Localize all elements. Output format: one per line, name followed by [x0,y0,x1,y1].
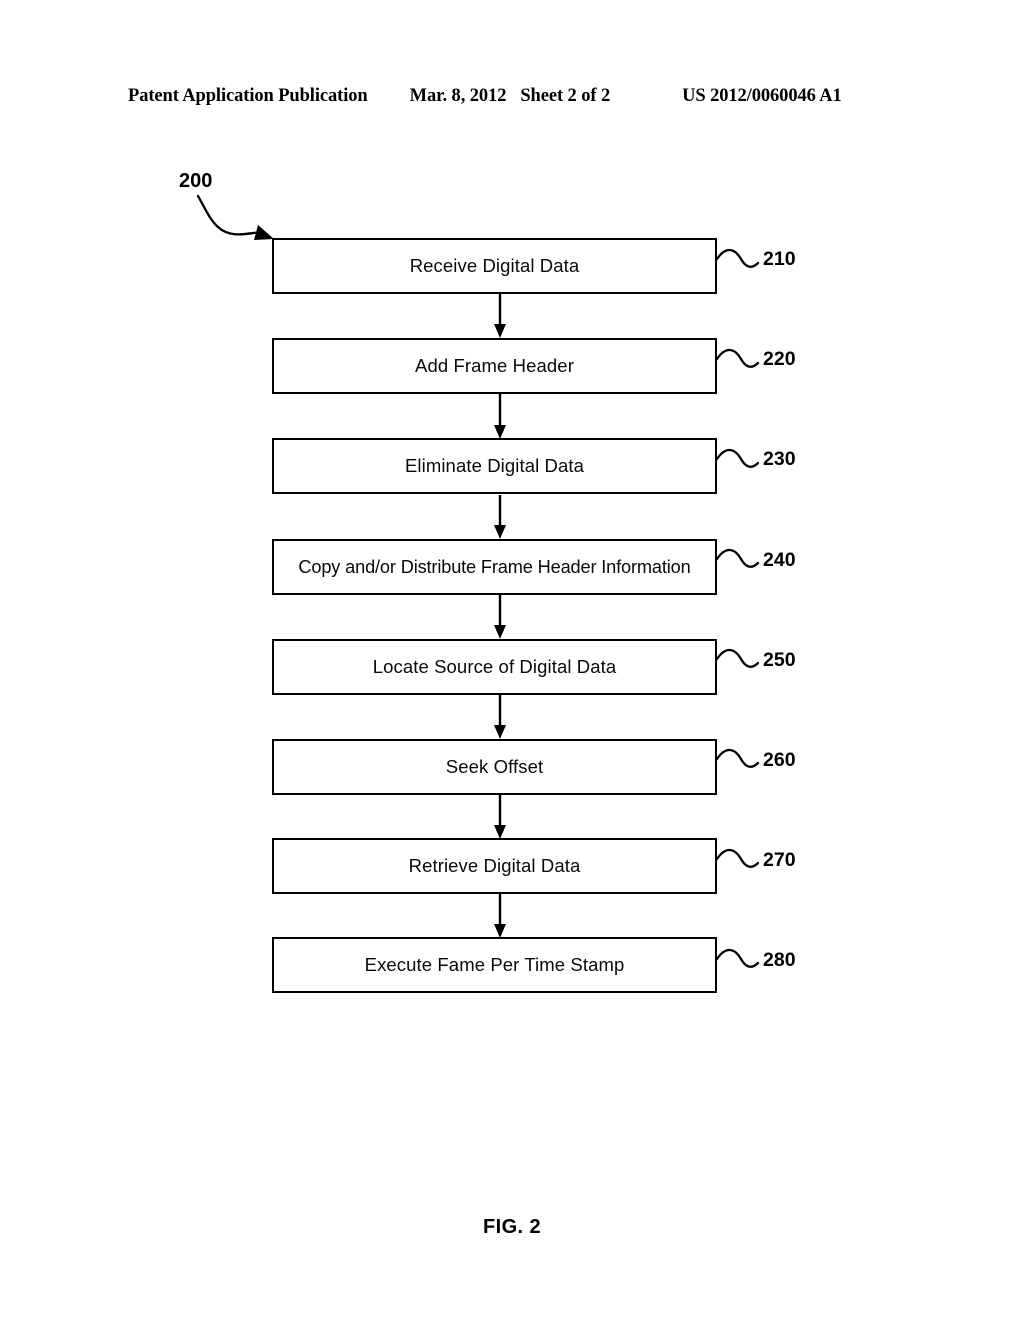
reference-numeral-210: 210 [763,248,796,270]
flow-box-label: Retrieve Digital Data [408,854,581,876]
flow-box-label: Eliminate Digital Data [404,454,585,476]
flow-box-receive-digital-data: Receive Digital Data [272,238,717,294]
connector-arrow-250-260 [494,695,506,739]
flow-box-locate-source-of-digital-data: Locate Source of Digital Data [272,639,717,695]
leader-squiggle-250 [715,648,760,668]
flow-box-retrieve-digital-data: Retrieve Digital Data [272,838,717,894]
reference-numeral-250: 250 [763,649,796,671]
connector-arrow-240-250 [494,595,506,639]
flow-box-eliminate-digital-data: Eliminate Digital Data [272,438,717,494]
connector-arrow-210-220 [494,294,506,338]
leader-squiggle-220 [715,348,760,368]
leader-squiggle-260 [715,748,760,768]
flow-box-execute-fame-per-time-stamp: Execute Fame Per Time Stamp [272,937,717,993]
flow-box-seek-offset: Seek Offset [272,739,717,795]
flow-box-label: Seek Offset [445,755,544,777]
reference-numeral-230: 230 [763,448,796,470]
flow-box-add-frame-header: Add Frame Header [272,338,717,394]
reference-numeral-270: 270 [763,849,796,871]
reference-numeral-220: 220 [763,348,796,370]
callout-200-leader [196,194,274,240]
flow-box-copy-distribute-frame-header-information: Copy and/or Distribute Frame Header Info… [272,539,717,595]
connector-arrow-230-240 [494,495,506,539]
flow-box-label: Add Frame Header [415,354,574,376]
reference-numeral-280: 280 [763,949,796,971]
flow-box-label: Locate Source of Digital Data [372,655,617,677]
reference-numeral-240: 240 [763,549,796,571]
leader-squiggle-240 [715,548,760,568]
connector-arrow-270-280 [494,894,506,938]
diagram-numeral-200: 200 [179,170,213,192]
figure-caption: FIG. 2 [483,1216,541,1238]
leader-squiggle-210 [715,248,760,268]
connector-arrow-220-230 [494,394,506,439]
connector-arrow-260-270 [494,795,506,839]
flow-box-label: Execute Fame Per Time Stamp [364,953,625,975]
flow-box-label: Receive Digital Data [409,254,580,276]
patent-figure-page: { "header": { "publication": "Patent App… [0,0,1024,1320]
reference-leader-squiggles [715,248,760,968]
leader-squiggle-280 [715,948,760,968]
flow-box-label: Copy and/or Distribute Frame Header Info… [298,556,691,577]
leader-squiggle-230 [715,448,760,468]
leader-squiggle-270 [715,848,760,868]
reference-numeral-260: 260 [763,749,796,771]
flowchart-figure: 200 Receive Digital Data 210 Add Frame H… [0,0,1024,1320]
